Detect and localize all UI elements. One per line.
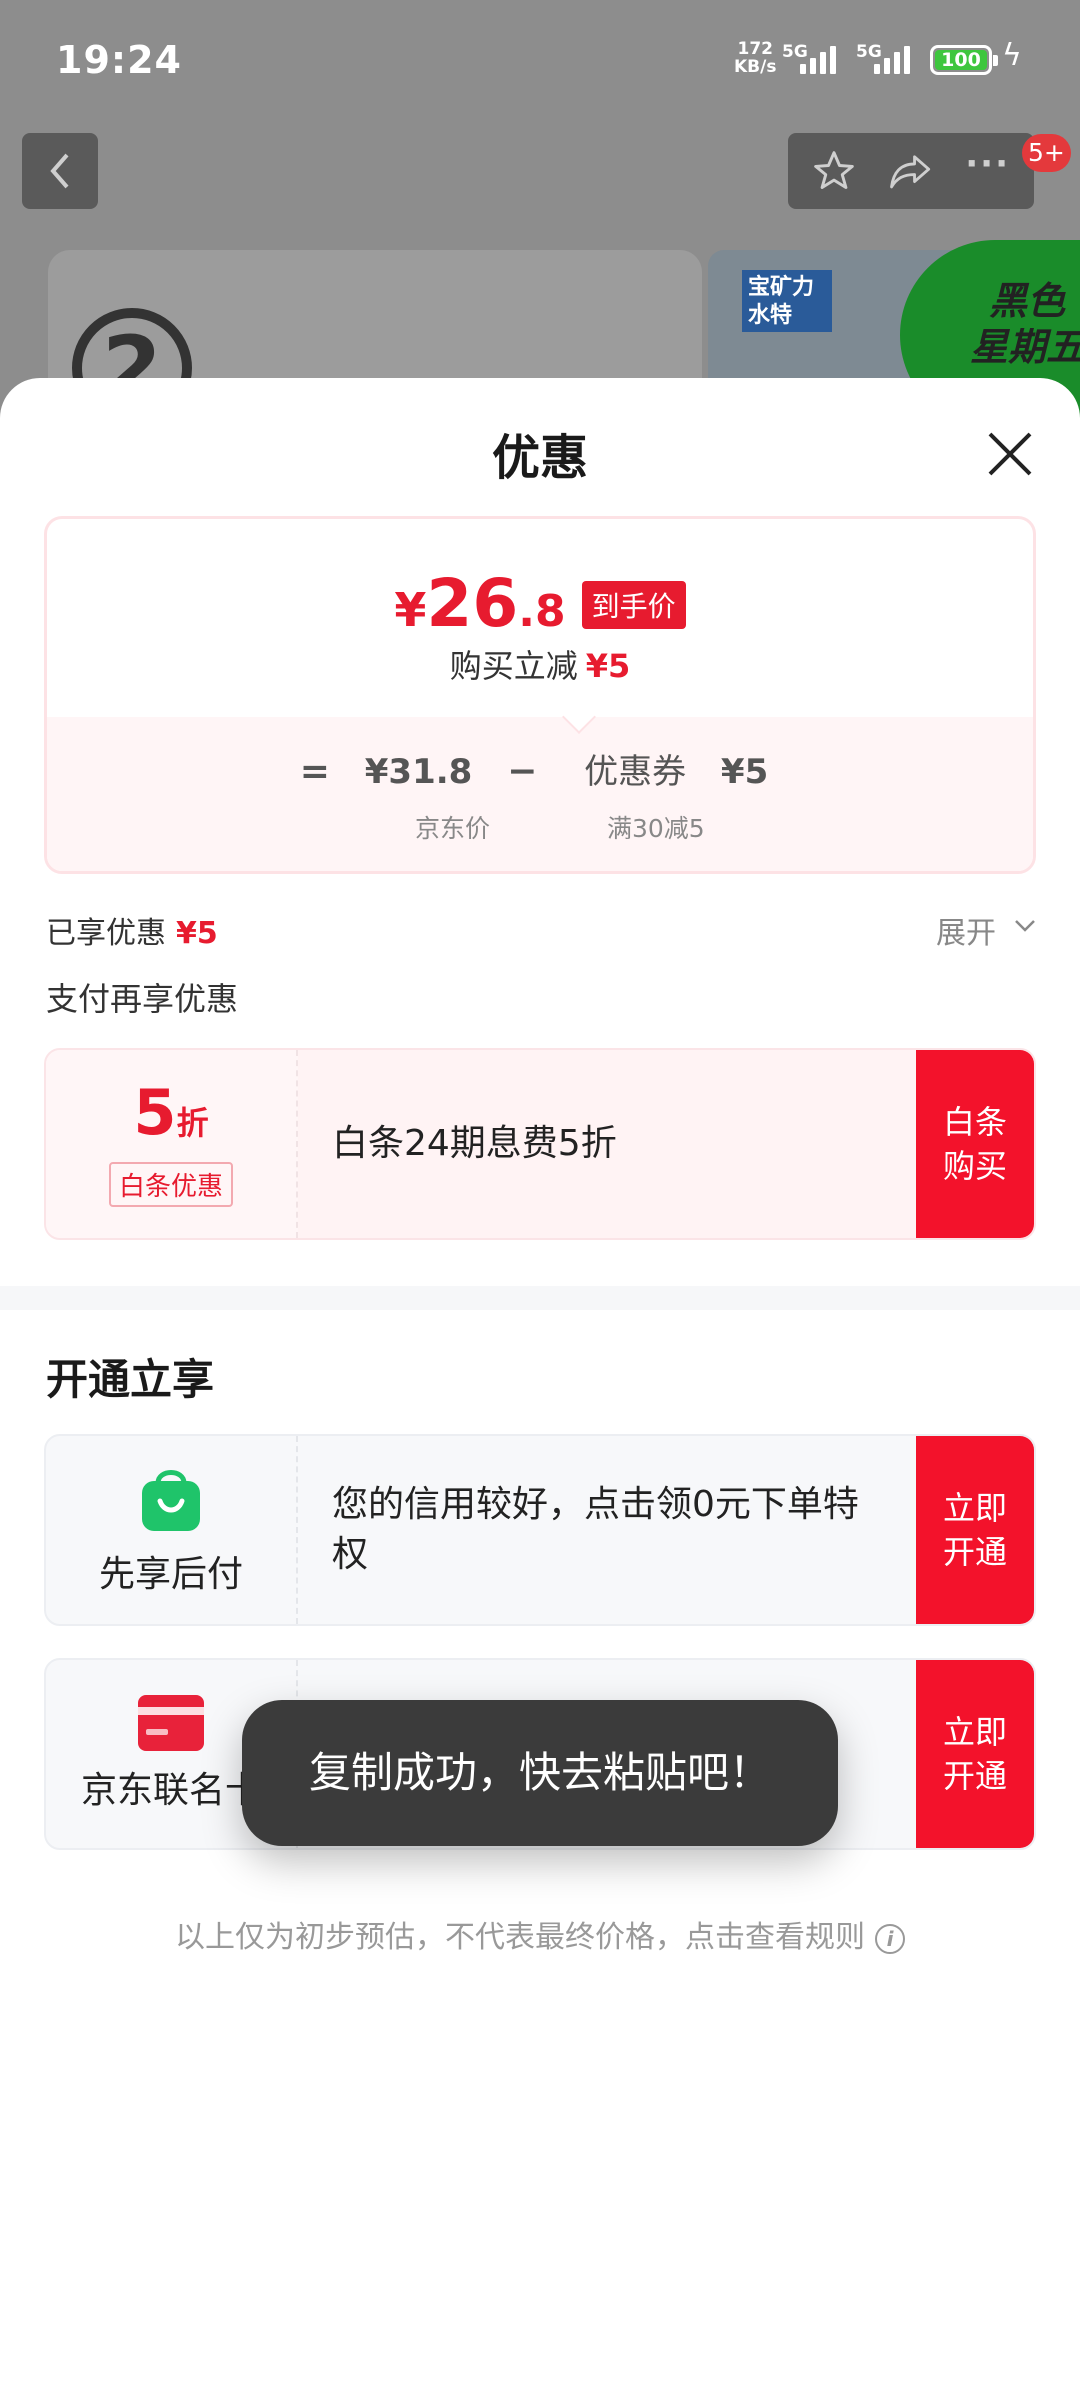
chevron-down-icon	[1015, 920, 1035, 932]
baitiao-buy-button[interactable]: 白条 购买	[916, 1050, 1034, 1238]
battery-icon: 100	[930, 45, 998, 75]
status-time: 19:24	[56, 38, 182, 82]
signal-bars-1-icon	[800, 44, 836, 74]
expand-button[interactable]: 展开	[936, 908, 996, 952]
info-icon: i	[875, 1923, 905, 1954]
rules-link[interactable]: 以上仅为初步预估，不代表最终价格，点击查看规则 i	[0, 1912, 1080, 1956]
credit-desc: 您的信用较好，点击领0元下单特权	[332, 1484, 859, 1575]
credit-card-icon	[138, 1695, 204, 1751]
share-button[interactable]	[881, 141, 941, 201]
card-open-button[interactable]: 立即 开通	[916, 1660, 1034, 1848]
net-speed: 172 KB/s	[734, 39, 777, 77]
price-formula: = ¥31.8 − 优惠券 ¥5	[47, 744, 1033, 793]
jd-price: ¥31.8	[364, 752, 473, 792]
close-icon	[988, 432, 1032, 476]
signal-bars-2-icon	[874, 44, 910, 74]
section-divider	[0, 1286, 1080, 1310]
credit-open-button[interactable]: 立即 开通	[916, 1436, 1034, 1624]
sheet-title: 优惠	[491, 430, 588, 486]
pay-more-label: 支付再享优惠	[46, 980, 239, 1018]
credit-offer: 先享后付 您的信用较好，点击领0元下单特权 立即 开通	[44, 1434, 1036, 1626]
coupon-rule: 满30减5	[607, 814, 705, 843]
credit-label: 先享后付	[98, 1554, 243, 1595]
open-section-title: 开通立享	[46, 1355, 215, 1404]
more-icon: ···	[965, 144, 1011, 184]
coupon: 优惠券 ¥5	[584, 752, 769, 792]
more-button[interactable]: ···	[958, 141, 1018, 201]
star-icon	[814, 151, 855, 189]
back-button[interactable]	[22, 133, 98, 209]
baitiao-offer: 5折 白条优惠 白条24期息费5折 白条 购买	[44, 1048, 1036, 1240]
baitiao-discount: 5折	[133, 1075, 209, 1149]
enjoyed-discount: 已享优惠 ¥5	[46, 916, 218, 951]
close-button[interactable]	[978, 422, 1042, 486]
card-label: 京东联名卡	[80, 1770, 261, 1811]
final-price-tag: 到手价	[581, 581, 686, 629]
product-label: 宝矿力水特	[742, 270, 832, 332]
discount-sheet: 优惠 ¥ 26 .8 到手价 购买立减 ¥5 = ¥31.8 − 优惠券 ¥5 京…	[0, 378, 1080, 2400]
price-breakdown: ¥ 26 .8 到手价 购买立减 ¥5 = ¥31.8 − 优惠券 ¥5 京东价 …	[44, 516, 1036, 874]
status-bar: 19:24 172 KB/s 5G 5G 100 ϟ	[0, 0, 1080, 120]
baitiao-tag: 白条优惠	[108, 1161, 233, 1207]
nav-actions: ···	[788, 133, 1034, 209]
chevron-left-icon	[50, 153, 69, 189]
final-price: ¥ 26 .8 到手价	[47, 565, 1033, 642]
background-page: 19:24 172 KB/s 5G 5G 100 ϟ ··· 5+ 2 宝矿力水…	[0, 0, 1080, 420]
share-icon	[890, 155, 931, 189]
favorite-button[interactable]	[804, 141, 864, 201]
baitiao-desc: 白条24期息费5折	[332, 1123, 617, 1164]
shopping-bag-icon	[142, 1470, 200, 1531]
charging-icon: ϟ	[1002, 38, 1022, 73]
copy-success-toast: 复制成功，快去粘贴吧！	[242, 1700, 838, 1846]
message-badge: 5+	[1022, 134, 1071, 172]
instant-discount: 购买立减 ¥5	[449, 647, 631, 685]
jd-price-label: 京东价	[415, 814, 491, 843]
